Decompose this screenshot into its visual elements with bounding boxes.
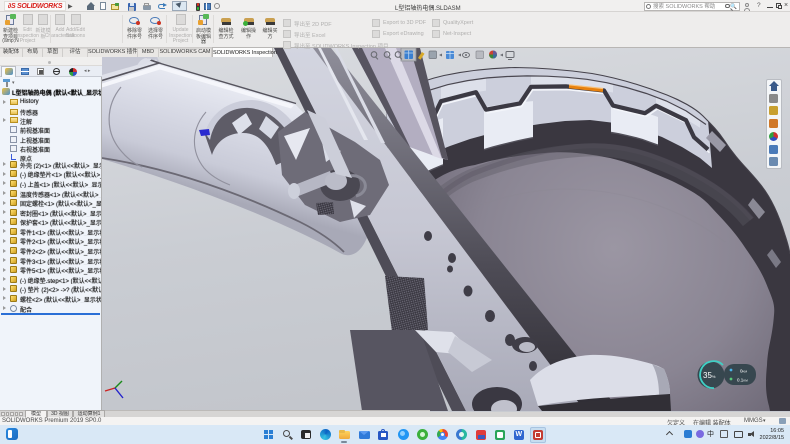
svg-text:0.1KM: 0.1KM xyxy=(737,378,748,383)
svg-text:0KM: 0KM xyxy=(740,369,748,374)
